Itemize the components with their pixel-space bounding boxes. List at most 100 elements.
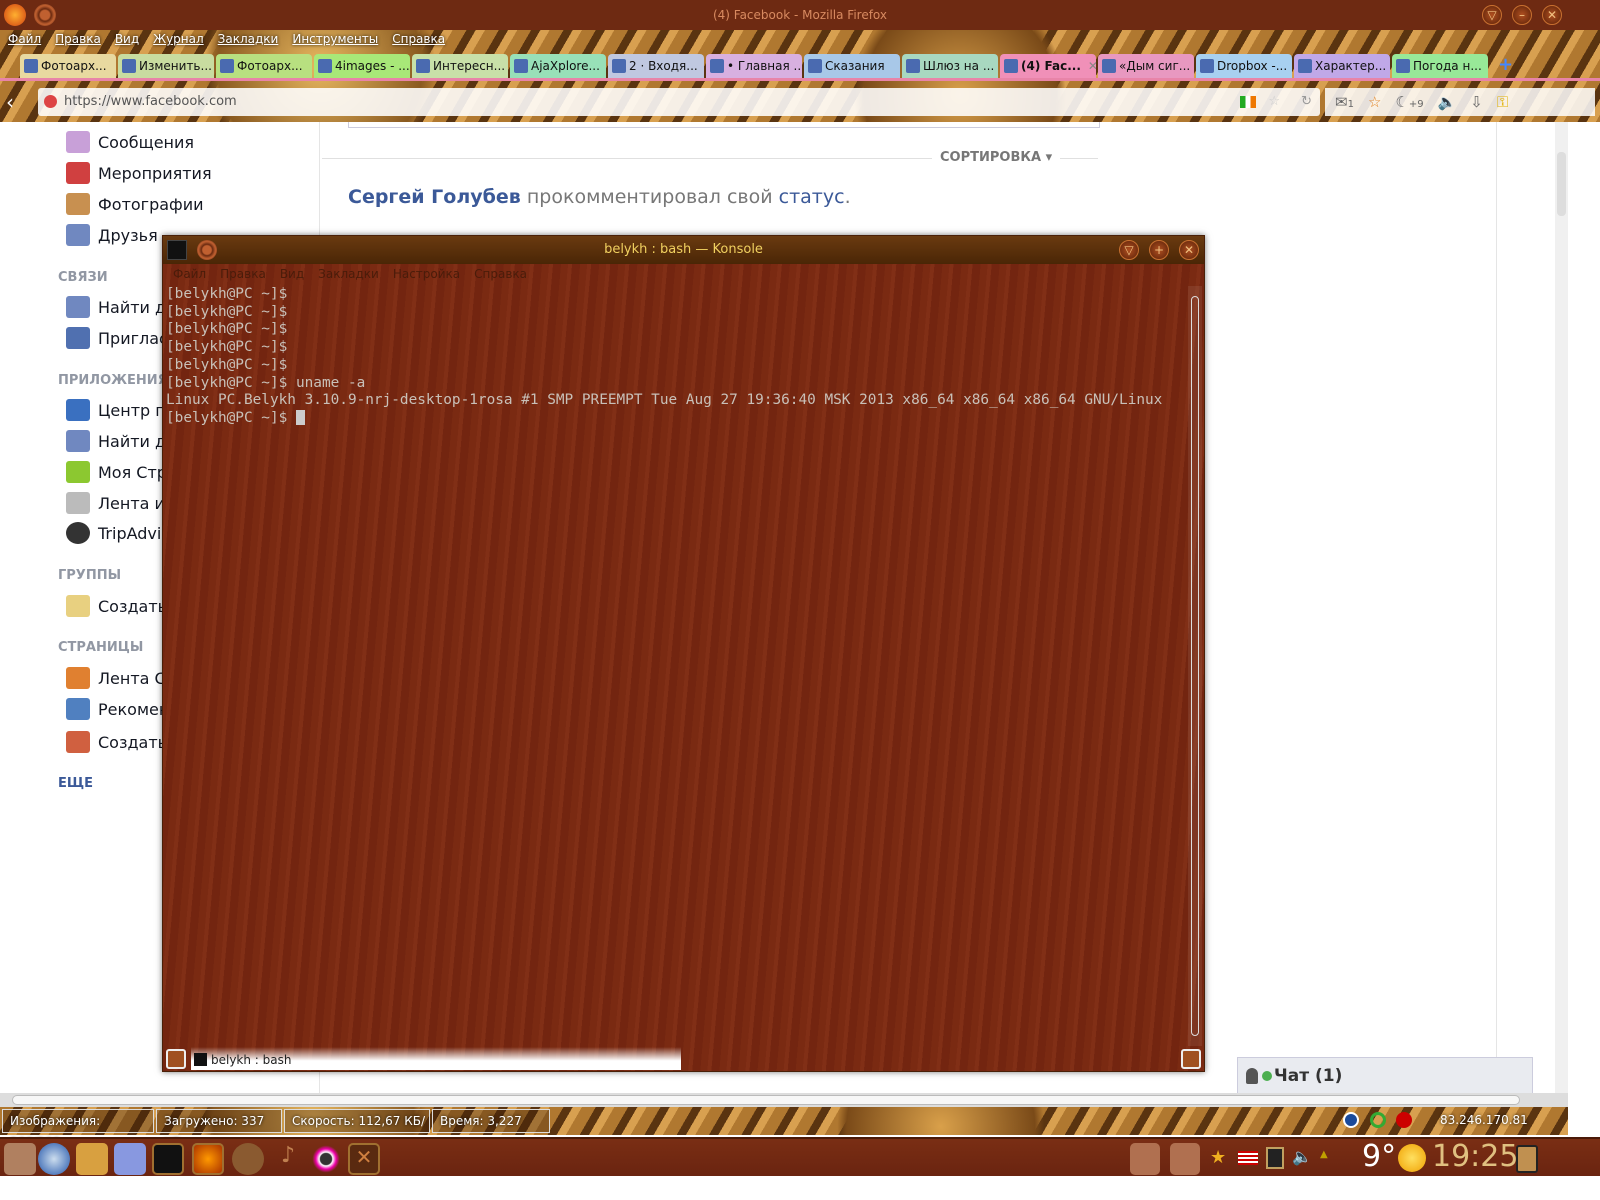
key-icon[interactable]: ⚿ bbox=[1497, 93, 1508, 111]
browser-tab[interactable]: Интересн... bbox=[412, 54, 508, 78]
konsole-menu-file[interactable]: Файл bbox=[173, 267, 206, 281]
sidebar-item-recommend[interactable]: Рекомен bbox=[66, 698, 169, 720]
network-icon[interactable] bbox=[1266, 1147, 1284, 1169]
browser-tab[interactable]: Погода н... bbox=[1392, 54, 1488, 78]
terminal-scrollbar[interactable] bbox=[1188, 286, 1202, 1046]
browser-tab[interactable]: Фотоарх... bbox=[20, 54, 116, 78]
new-tab-button[interactable] bbox=[166, 1049, 186, 1069]
browser-tab[interactable]: Фотоарх... bbox=[216, 54, 312, 78]
sidebar-item-find-friends[interactable]: Найти д bbox=[66, 296, 166, 318]
sidebar-item-messages[interactable]: Сообщения bbox=[66, 131, 194, 153]
tools-icon[interactable]: ✕ bbox=[348, 1143, 380, 1175]
konsole-tab[interactable]: belykh : bash bbox=[191, 1047, 681, 1070]
scroll-thumb[interactable] bbox=[1557, 152, 1566, 216]
browser-icon[interactable] bbox=[38, 1143, 70, 1175]
menu-bookmarks[interactable]: Закладки bbox=[218, 32, 279, 46]
star-icon[interactable]: ★ bbox=[1210, 1147, 1226, 1168]
browser-tab[interactable]: «Дым сиг... bbox=[1098, 54, 1194, 78]
browser-tab[interactable]: Изменить... bbox=[118, 54, 214, 78]
konsole-close-button[interactable]: ✕ bbox=[1179, 240, 1199, 260]
konsole-menu-view[interactable]: Вид bbox=[280, 267, 304, 281]
window-menu-icon[interactable] bbox=[34, 4, 56, 26]
sort-dropdown[interactable]: СОРТИРОВКА ▾ bbox=[932, 150, 1061, 165]
new-tab-button[interactable]: + bbox=[1498, 54, 1513, 78]
sidebar-item-feed[interactable]: Лента и bbox=[66, 492, 165, 514]
volume-icon[interactable]: 🔈 bbox=[1292, 1147, 1312, 1166]
konsole-menu-icon[interactable] bbox=[197, 240, 217, 260]
app-icon[interactable] bbox=[232, 1143, 264, 1175]
vertical-scrollbar[interactable] bbox=[1555, 122, 1568, 1093]
browser-tab[interactable]: Характер... bbox=[1294, 54, 1390, 78]
sidebar-item-invite[interactable]: Приглас bbox=[66, 327, 168, 349]
folder-icon[interactable] bbox=[1170, 1143, 1200, 1175]
adblock-icon[interactable] bbox=[1396, 1112, 1412, 1128]
close-tab-button[interactable] bbox=[1181, 1049, 1201, 1069]
trash-icon[interactable] bbox=[1516, 1145, 1538, 1173]
us-flag-icon[interactable] bbox=[1238, 1151, 1258, 1165]
h-scroll-thumb[interactable] bbox=[12, 1095, 1520, 1105]
tuba-icon[interactable]: ♪ bbox=[272, 1143, 304, 1175]
maximize-button[interactable]: – bbox=[1512, 5, 1532, 25]
firefox-taskbar-icon[interactable] bbox=[192, 1143, 224, 1175]
mail-icon[interactable]: ✉1 bbox=[1335, 93, 1354, 111]
terminal-scroll-thumb[interactable] bbox=[1191, 296, 1199, 1036]
browser-tab[interactable]: Сказания bbox=[804, 54, 900, 78]
eye-icon[interactable] bbox=[310, 1143, 342, 1175]
bookmark-star-icon[interactable]: ☆ bbox=[1268, 88, 1280, 116]
url-bar[interactable]: https://www.facebook.com ☆ ↻ bbox=[38, 88, 1320, 116]
back-button[interactable]: ‹ bbox=[6, 90, 14, 114]
sidebar-item-app-center[interactable]: Центр п bbox=[66, 399, 166, 421]
menu-tools[interactable]: Инструменты bbox=[292, 32, 378, 46]
menu-file[interactable]: Файл bbox=[8, 32, 41, 46]
browser-tab[interactable]: AjaXplore... bbox=[510, 54, 606, 78]
menu-edit[interactable]: Правка bbox=[55, 32, 101, 46]
menu-history[interactable]: Журнал bbox=[153, 32, 204, 46]
horizontal-scrollbar[interactable] bbox=[0, 1093, 1568, 1107]
browser-tab[interactable]: (4) Fac... ✕ bbox=[1000, 54, 1096, 78]
sidebar-item-friends[interactable]: Друзья bbox=[66, 224, 158, 246]
clock[interactable]: 19:25 bbox=[1432, 1139, 1518, 1174]
browser-tab[interactable]: Шлюз на ... bbox=[902, 54, 998, 78]
desktop-switch-icon[interactable] bbox=[114, 1143, 146, 1175]
sidebar-item-events[interactable]: Мероприятия bbox=[66, 162, 212, 184]
tray-expand-icon[interactable]: ▲ bbox=[1320, 1149, 1328, 1160]
browser-tab[interactable]: 2 · Входя... bbox=[608, 54, 704, 78]
sidebar-item-photos[interactable]: Фотографии bbox=[66, 193, 204, 215]
browser-tab[interactable]: 4images - ... bbox=[314, 54, 410, 78]
file-manager-icon[interactable] bbox=[76, 1143, 108, 1175]
status-link[interactable]: статус bbox=[779, 186, 845, 208]
close-tab-icon[interactable]: ✕ bbox=[1088, 54, 1096, 78]
bookmarks-star-icon[interactable]: ☆ bbox=[1368, 93, 1381, 111]
speaker-icon[interactable]: 🔈 bbox=[1438, 93, 1457, 111]
konsole-taskbar-icon[interactable] bbox=[152, 1143, 184, 1175]
menu-help[interactable]: Справка bbox=[392, 32, 445, 46]
kde-menu-icon[interactable] bbox=[4, 1143, 36, 1175]
close-button[interactable]: ✕ bbox=[1542, 5, 1562, 25]
konsole-menu-bookmarks[interactable]: Закладки bbox=[318, 267, 379, 281]
folder-icon[interactable] bbox=[1130, 1143, 1160, 1175]
sidebar-item-find[interactable]: Найти д bbox=[66, 430, 166, 452]
reload-icon[interactable]: ↻ bbox=[1301, 88, 1312, 116]
menu-view[interactable]: Вид bbox=[115, 32, 139, 46]
sidebar-item-create-page[interactable]: Создать bbox=[66, 731, 167, 753]
site-identity-icon[interactable] bbox=[44, 95, 57, 108]
sidebar-item-my-page[interactable]: Моя Стр bbox=[66, 461, 167, 483]
konsole-menu-help[interactable]: Справка bbox=[474, 267, 527, 281]
more-link[interactable]: ЕЩЕ bbox=[58, 776, 93, 791]
terminal-output[interactable]: [belykh@PC ~]$ [belykh@PC ~]$ [belykh@PC ~… bbox=[166, 286, 1162, 428]
sidebar-item-pages-feed[interactable]: Лента С bbox=[66, 667, 166, 689]
download-icon[interactable]: ⇩ bbox=[1470, 93, 1483, 111]
chat-bar[interactable]: Чат (1) bbox=[1237, 1057, 1533, 1095]
konsole-maximize-button[interactable]: + bbox=[1149, 240, 1169, 260]
refresh-addon-icon[interactable] bbox=[1370, 1112, 1386, 1128]
moon-icon[interactable]: ☾+9 bbox=[1395, 93, 1423, 111]
browser-tab[interactable]: Dropbox -... bbox=[1196, 54, 1292, 78]
browser-tab[interactable]: • Главная ... bbox=[706, 54, 802, 78]
skype-icon[interactable] bbox=[1343, 1112, 1359, 1128]
story-author-link[interactable]: Сергей Голубев bbox=[348, 186, 521, 208]
konsole-menu-edit[interactable]: Правка bbox=[220, 267, 266, 281]
sidebar-item-create-group[interactable]: Создать bbox=[66, 595, 167, 617]
sidebar-item-tripadvisor[interactable]: TripAdvis bbox=[66, 522, 170, 544]
konsole-minimize-button[interactable]: ▽ bbox=[1119, 240, 1139, 260]
minimize-button[interactable]: ▽ bbox=[1482, 5, 1502, 25]
